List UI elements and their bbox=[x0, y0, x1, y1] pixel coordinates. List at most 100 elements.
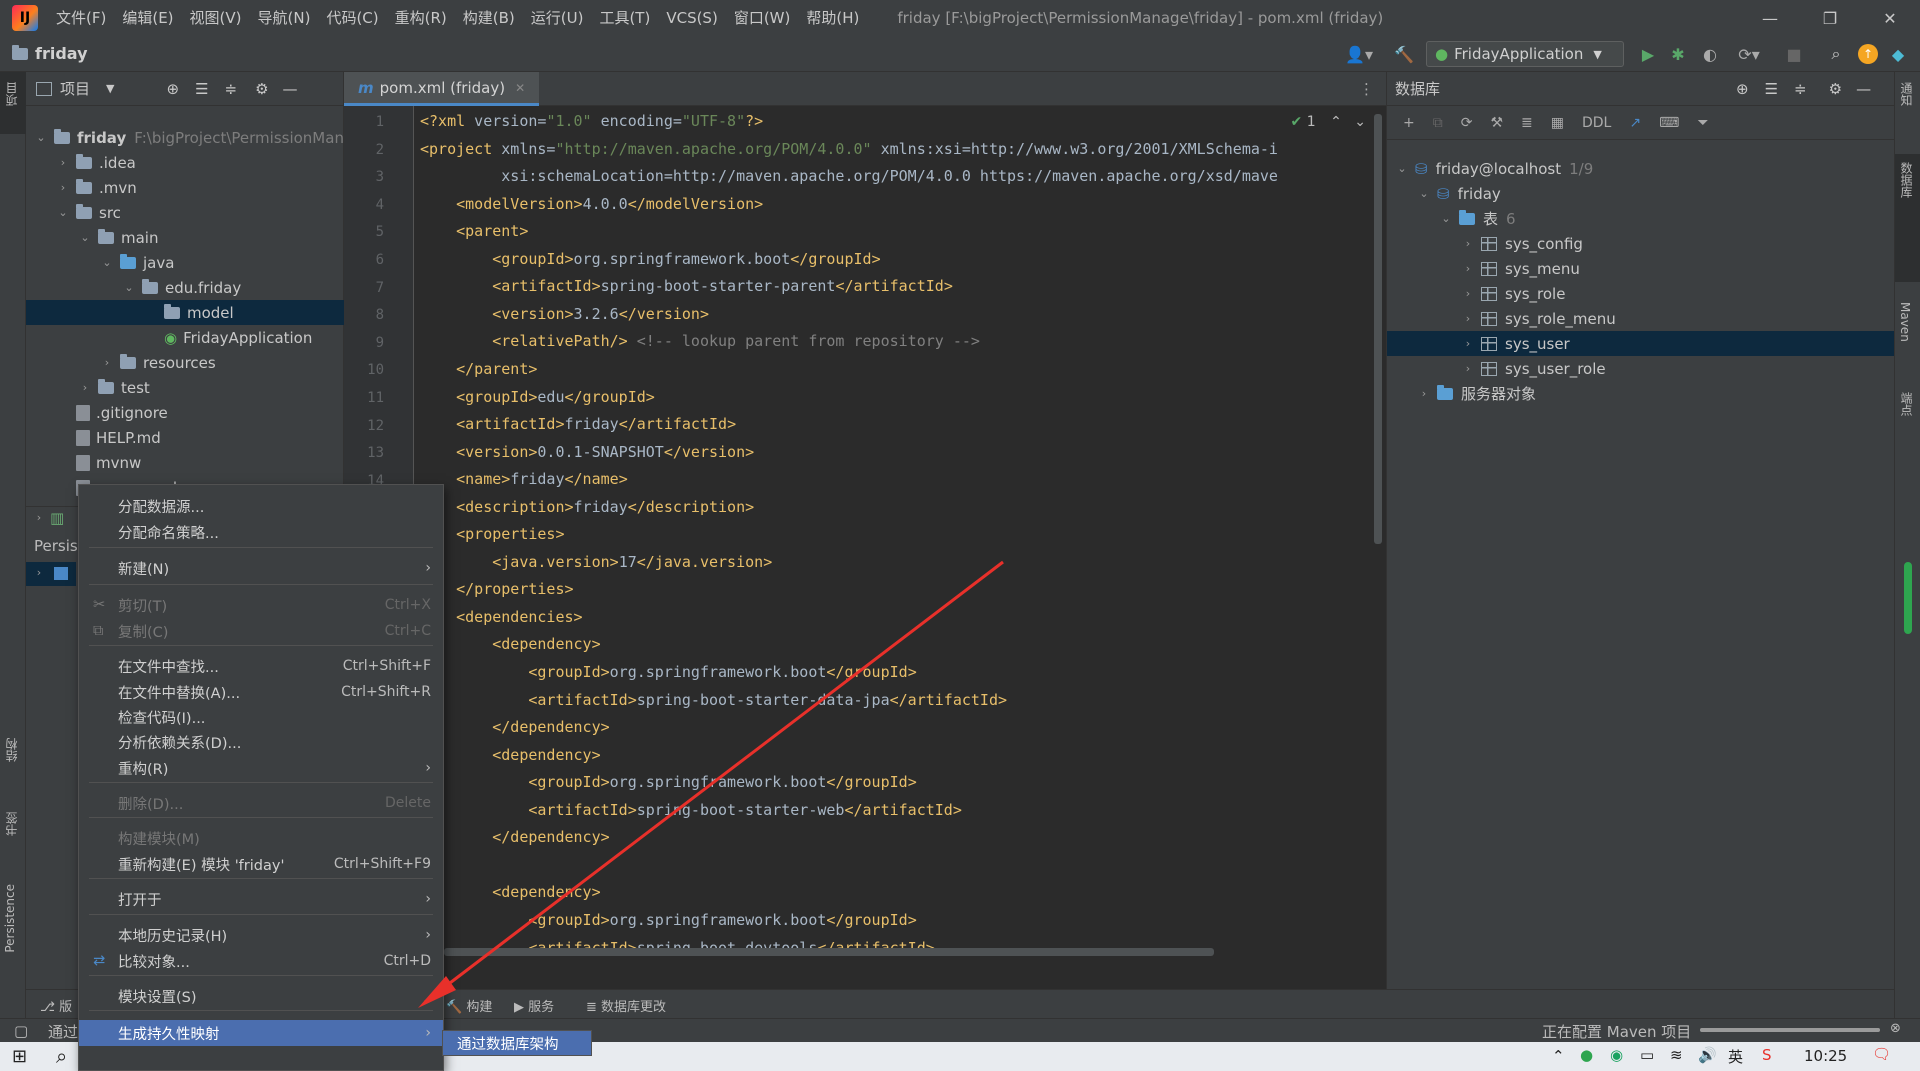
chevron-right-icon[interactable]: › bbox=[1461, 237, 1475, 250]
refactor-item[interactable]: 重构(R) › bbox=[79, 755, 443, 781]
find-in-files-item[interactable]: 在文件中查找... Ctrl+Shift+F bbox=[79, 653, 443, 679]
db-table-row[interactable]: › sys_user bbox=[1387, 331, 1895, 356]
bookmarks-strip-label[interactable]: 书签 bbox=[3, 812, 20, 836]
tray-chevron-up-icon[interactable]: ⌃ bbox=[1552, 1047, 1565, 1065]
locate-icon[interactable]: ⊕ bbox=[1736, 80, 1749, 98]
menu-10[interactable]: 窗口(W) bbox=[726, 0, 799, 36]
chevron-down-icon[interactable]: ⌄ bbox=[1417, 187, 1431, 200]
chevron-down-icon[interactable]: ⌄ bbox=[78, 231, 92, 244]
tree-item[interactable]: model bbox=[26, 300, 344, 325]
gear-icon[interactable]: ⚙ bbox=[255, 80, 268, 98]
cut-item[interactable]: ✂ 剪切(T) Ctrl+X bbox=[79, 592, 443, 618]
notifications-strip-label[interactable]: 通知 bbox=[1898, 82, 1915, 106]
close-tab-icon[interactable]: ✕ bbox=[515, 81, 525, 95]
project-strip-button[interactable]: 项目 bbox=[0, 72, 26, 134]
database-strip-button[interactable]: 数据库 bbox=[1895, 154, 1920, 282]
vertical-scrollbar[interactable] bbox=[1374, 114, 1382, 544]
table-icon[interactable]: ▦ bbox=[1551, 115, 1564, 131]
ddl-button[interactable]: DDL bbox=[1582, 115, 1611, 131]
tree-item[interactable]: › test bbox=[26, 375, 344, 400]
expand-all-icon[interactable]: ☰ bbox=[1765, 80, 1778, 98]
chevron-right-icon[interactable]: › bbox=[56, 156, 70, 169]
hide-icon[interactable]: — bbox=[1856, 80, 1871, 98]
coverage-icon[interactable]: ◐ bbox=[1700, 44, 1720, 64]
chevron-down-icon[interactable]: ⌄ bbox=[1439, 212, 1453, 225]
layout-icon[interactable]: ▢ bbox=[14, 1022, 28, 1040]
search-icon[interactable]: ⌕ bbox=[56, 1044, 67, 1068]
local-history-item[interactable]: 本地历史记录(H) › bbox=[79, 922, 443, 948]
persistence-selected-row[interactable]: › bbox=[26, 562, 76, 586]
chevron-right-icon[interactable]: › bbox=[1461, 312, 1475, 325]
menu-11[interactable]: 帮助(H) bbox=[798, 0, 867, 36]
chevron-down-icon[interactable]: ⌄ bbox=[34, 131, 48, 144]
console-icon[interactable]: ⌨ bbox=[1659, 115, 1679, 131]
chevron-right-icon[interactable]: › bbox=[1461, 262, 1475, 275]
chevron-down-icon[interactable]: ⌄ bbox=[1354, 114, 1366, 130]
hide-icon[interactable]: — bbox=[283, 80, 298, 98]
tree-item[interactable]: › resources bbox=[26, 350, 344, 375]
database-changes-tool-button[interactable]: ≣ 数据库更改 bbox=[586, 996, 666, 1015]
battery-icon[interactable]: ▭ bbox=[1640, 1046, 1654, 1064]
inspection-widget[interactable]: ✔ 1 ⌃ ⌄ bbox=[1291, 114, 1366, 130]
replace-in-files-item[interactable]: 在文件中替换(A)... Ctrl+Shift+R bbox=[79, 679, 443, 705]
endpoints-strip-label[interactable]: 端点 bbox=[1898, 392, 1915, 416]
chevron-down-icon[interactable]: ⌄ bbox=[56, 206, 70, 219]
tab-pom-xml[interactable]: m pom.xml (friday) ✕ bbox=[344, 72, 540, 106]
user-icon[interactable]: 👤▾ bbox=[1342, 44, 1376, 64]
jump-icon[interactable]: ↗ bbox=[1629, 115, 1641, 131]
properties-icon[interactable]: ⚒ bbox=[1490, 115, 1503, 131]
generate-persistence-mapping-item[interactable]: 生成持久性映射 › bbox=[79, 1020, 443, 1046]
update-icon[interactable]: ↑ bbox=[1858, 44, 1878, 64]
db-properties-icon[interactable]: ≣ bbox=[1521, 115, 1533, 131]
add-icon[interactable]: + bbox=[1403, 115, 1415, 131]
menu-6[interactable]: 构建(B) bbox=[455, 0, 523, 36]
chevron-right-icon[interactable]: › bbox=[1417, 387, 1431, 400]
tree-item[interactable]: › .idea bbox=[26, 150, 344, 175]
db-tables-folder-row[interactable]: ⌄ 表 6 bbox=[1387, 206, 1895, 231]
db-table-row[interactable]: › sys_menu bbox=[1387, 256, 1895, 281]
menu-7[interactable]: 运行(U) bbox=[523, 0, 592, 36]
menu-2[interactable]: 视图(V) bbox=[182, 0, 250, 36]
refresh-icon[interactable]: ⟳ bbox=[1461, 115, 1473, 131]
db-table-row[interactable]: › sys_config bbox=[1387, 231, 1895, 256]
module-settings-item[interactable]: 模块设置(S) bbox=[79, 983, 443, 1009]
tree-item[interactable]: ⌄ edu.friday bbox=[26, 275, 344, 300]
collapse-all-icon[interactable]: ≑ bbox=[225, 80, 238, 98]
tree-item[interactable]: ◉ FridayApplication bbox=[26, 325, 344, 350]
breadcrumb[interactable]: friday bbox=[12, 44, 88, 63]
profile-icon[interactable]: ⟳▾ bbox=[1732, 44, 1766, 64]
expand-all-icon[interactable]: ☰ bbox=[195, 80, 208, 98]
intellij-logo-icon[interactable]: IJ bbox=[12, 5, 38, 31]
minimize-button[interactable]: — bbox=[1740, 0, 1800, 36]
chevron-right-icon[interactable]: › bbox=[56, 181, 70, 194]
menu-0[interactable]: 文件(F) bbox=[48, 0, 114, 36]
menu-1[interactable]: 编辑(E) bbox=[114, 0, 181, 36]
services-tool-button[interactable]: ▶ 服务 bbox=[514, 996, 554, 1015]
structure-strip-label[interactable]: 结构 bbox=[3, 738, 20, 762]
ime-indicator[interactable]: 英 bbox=[1728, 1046, 1743, 1067]
analyze-dependencies-item[interactable]: 分析依赖关系(D)... bbox=[79, 729, 443, 755]
open-in-item[interactable]: 打开于 › bbox=[79, 886, 443, 912]
debug-icon[interactable]: ✱ bbox=[1668, 44, 1688, 64]
menu-4[interactable]: 代码(C) bbox=[318, 0, 386, 36]
tree-item[interactable]: ⌄ main bbox=[26, 225, 344, 250]
chevron-right-icon[interactable]: › bbox=[1461, 337, 1475, 350]
wifi-icon[interactable]: ≋ bbox=[1670, 1046, 1683, 1064]
security-tray-icon[interactable]: ◉ bbox=[1610, 1046, 1623, 1064]
rebuild-module-item[interactable]: 重新构建(E) 模块 'friday' Ctrl+Shift+F9 bbox=[79, 851, 443, 877]
chevron-up-icon[interactable]: ⌃ bbox=[1330, 114, 1342, 130]
db-table-row[interactable]: › sys_role bbox=[1387, 281, 1895, 306]
version-control-icon[interactable]: ⎇ 版 bbox=[40, 996, 72, 1015]
gear-icon[interactable]: ⚙ bbox=[1829, 80, 1842, 98]
filter-icon[interactable]: ⏷ bbox=[1697, 115, 1708, 131]
collapse-all-icon[interactable]: ≑ bbox=[1794, 80, 1807, 98]
cancel-task-icon[interactable]: ⊗ bbox=[1890, 1021, 1901, 1036]
assign-data-source-item[interactable]: 分配数据源... bbox=[79, 493, 443, 519]
run-icon[interactable]: ▶ bbox=[1638, 44, 1658, 64]
clock[interactable]: 10:25 bbox=[1804, 1047, 1847, 1065]
windows-start-icon[interactable]: ⊞ bbox=[12, 1046, 27, 1067]
locate-icon[interactable]: ⊕ bbox=[166, 80, 179, 98]
chevron-down-icon[interactable]: ▼ bbox=[106, 82, 114, 95]
db-schema-row[interactable]: ⌄ ⛁ friday bbox=[1387, 181, 1895, 206]
chevron-right-icon[interactable]: › bbox=[100, 356, 114, 369]
